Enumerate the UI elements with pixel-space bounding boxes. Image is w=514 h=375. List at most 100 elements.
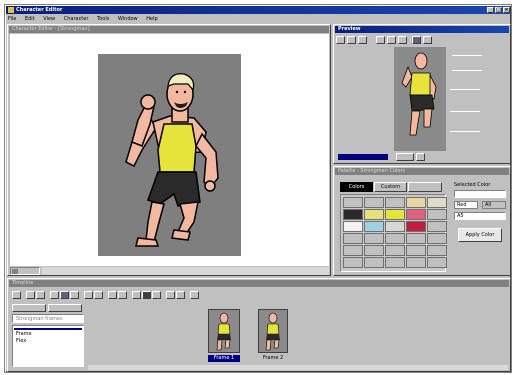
next-frame-icon[interactable]: [152, 291, 161, 299]
tab-colors[interactable]: Colors: [340, 182, 373, 192]
swatch-cream[interactable]: [406, 197, 426, 208]
swatch[interactable]: [364, 257, 384, 268]
settings-icon[interactable]: [190, 291, 199, 299]
frame-2-image: [265, 312, 280, 351]
zoom-out-icon[interactable]: [398, 36, 407, 44]
swatch-light-blue[interactable]: [364, 221, 384, 232]
swatch-light-gray[interactable]: [385, 221, 405, 232]
loop-icon[interactable]: [166, 291, 175, 299]
apply-color-button[interactable]: Apply Color: [458, 228, 502, 242]
editor-canvas[interactable]: [10, 34, 329, 266]
swatch[interactable]: [343, 257, 363, 268]
frame-label-1[interactable]: Frame 1: [208, 355, 240, 362]
menu-character[interactable]: Character: [64, 16, 89, 22]
cut-icon[interactable]: [50, 291, 59, 299]
maximize-icon[interactable]: □: [495, 7, 502, 13]
swatch-red[interactable]: [406, 221, 426, 232]
swatch[interactable]: [385, 245, 405, 256]
current-frame-icon[interactable]: [142, 291, 151, 299]
swatch[interactable]: [385, 233, 405, 244]
frame-label-2[interactable]: Frame 2: [258, 355, 288, 362]
play-icon[interactable]: [176, 291, 185, 299]
tab-layers[interactable]: [48, 304, 82, 312]
swatch[interactable]: [427, 221, 447, 232]
frame-search-field[interactable]: Strongman frames: [12, 314, 84, 323]
prev-frame-icon[interactable]: [132, 291, 141, 299]
swatch[interactable]: [385, 257, 405, 268]
swatch[interactable]: [427, 257, 447, 268]
menu-view[interactable]: View: [43, 16, 55, 22]
frame-list[interactable]: Frame Flex: [12, 325, 84, 367]
menu-file[interactable]: File: [8, 16, 16, 22]
timeline-title: Timeline: [12, 280, 34, 286]
editor-title-bar[interactable]: Character Editor - [Strongman]: [9, 26, 329, 33]
horizontal-scrollbar[interactable]: [42, 267, 329, 275]
save-icon[interactable]: [36, 291, 45, 299]
copy-icon[interactable]: [60, 291, 69, 299]
swatch[interactable]: [364, 197, 384, 208]
menu-window[interactable]: Window: [118, 16, 138, 22]
tab-custom[interactable]: Custom: [374, 182, 407, 192]
paste-icon[interactable]: [70, 291, 79, 299]
swatch-black[interactable]: [343, 209, 363, 220]
swatch[interactable]: [427, 233, 447, 244]
play-icon[interactable]: [347, 36, 356, 44]
swatch-white[interactable]: [343, 221, 363, 232]
menu-tools[interactable]: Tools: [97, 16, 109, 22]
swatch[interactable]: [364, 233, 384, 244]
swatch-beige[interactable]: [427, 197, 447, 208]
swatch[interactable]: [343, 233, 363, 244]
frame-list-item[interactable]: Flex: [14, 338, 82, 344]
swatch[interactable]: [406, 245, 426, 256]
swatch-pink[interactable]: [406, 209, 426, 220]
tab-extra[interactable]: [408, 182, 442, 192]
swatch[interactable]: [343, 245, 363, 256]
swatch[interactable]: [364, 245, 384, 256]
editor-window: Character Editor - [Strongman]: [7, 24, 331, 276]
frame-list-item[interactable]: Frame: [14, 331, 82, 337]
preview-settings-icon[interactable]: [416, 153, 425, 161]
swatch[interactable]: [406, 257, 426, 268]
swatch[interactable]: [343, 197, 363, 208]
tab-frames[interactable]: [12, 304, 46, 312]
stop-icon[interactable]: [358, 36, 367, 44]
app-title: Character Editor: [16, 7, 63, 13]
swatch-bright-yellow[interactable]: [385, 209, 405, 220]
swatch[interactable]: [427, 245, 447, 256]
timeline-title-bar[interactable]: Timeline: [9, 280, 509, 287]
open-icon[interactable]: [26, 291, 35, 299]
app-title-bar[interactable]: Character Editor _ □ ×: [6, 6, 510, 14]
swatch-yellow[interactable]: [364, 209, 384, 220]
color-value-field[interactable]: A5: [454, 212, 506, 220]
new-frame-icon[interactable]: [12, 291, 21, 299]
swatch[interactable]: [427, 209, 447, 220]
frame-thumbnail-2[interactable]: [258, 309, 288, 353]
preview-mode-icon[interactable]: [412, 36, 421, 44]
frame-options-icon[interactable]: [118, 291, 127, 299]
redo-icon[interactable]: [94, 291, 103, 299]
preview-speed-dropdown[interactable]: [396, 153, 414, 161]
channel-option-all[interactable]: All: [482, 201, 506, 209]
zoom-in-icon[interactable]: [387, 36, 396, 44]
palette-title-bar[interactable]: Palette - Strongman Colors: [335, 168, 509, 175]
minimize-icon[interactable]: _: [487, 7, 494, 13]
undo-icon[interactable]: [84, 291, 93, 299]
fit-icon[interactable]: [423, 36, 432, 44]
preview-title-bar[interactable]: Preview: [335, 26, 509, 33]
menu-help[interactable]: Help: [146, 16, 157, 22]
frame-search-placeholder: Strongman frames: [16, 316, 63, 322]
rewind-icon[interactable]: [336, 36, 345, 44]
close-icon[interactable]: ×: [503, 7, 510, 13]
menu-edit[interactable]: Edit: [25, 16, 35, 22]
zoom-control[interactable]: [10, 267, 40, 275]
timeline-scrollbar[interactable]: [88, 365, 508, 370]
preview-window: Preview: [333, 24, 511, 164]
swatch[interactable]: [385, 197, 405, 208]
channel-option-red[interactable]: Red: [454, 201, 478, 209]
color-name-field[interactable]: [454, 190, 506, 198]
character-artboard[interactable]: [98, 54, 241, 256]
swatch[interactable]: [406, 233, 426, 244]
loop-icon[interactable]: [376, 36, 385, 44]
onion-skin-icon[interactable]: [108, 291, 117, 299]
frame-thumbnail-1[interactable]: [208, 309, 240, 353]
